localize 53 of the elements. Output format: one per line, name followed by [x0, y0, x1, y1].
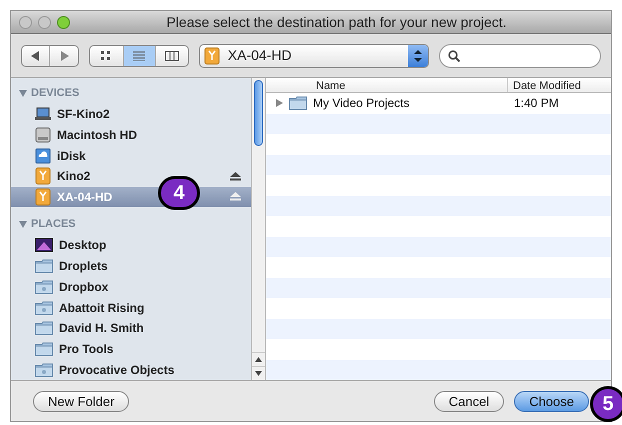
folder-icon: [289, 96, 307, 110]
section-header: DEVICES: [31, 86, 80, 102]
date-modified: 1:40 PM: [513, 95, 559, 112]
sidebar-item[interactable]: SF-Kino2: [11, 104, 251, 124]
new-folder-button[interactable]: New Folder: [33, 390, 130, 412]
drive-icon: [204, 46, 220, 64]
folder-icon: [35, 362, 53, 377]
column-header[interactable]: Name: [266, 78, 508, 92]
desktop-icon: [35, 238, 53, 252]
drive-icon: [35, 167, 51, 186]
disclosure-icon[interactable]: [19, 90, 27, 97]
eject-icon[interactable]: [230, 172, 241, 181]
sidebar-item[interactable]: Provocative Objects: [11, 359, 251, 380]
cancel-button[interactable]: Cancel: [434, 390, 504, 412]
laptop-icon: [35, 107, 51, 122]
zoom-button[interactable]: [57, 16, 70, 28]
forward-arrow-icon: [60, 50, 68, 60]
disclosure-icon[interactable]: [19, 221, 27, 228]
column-view-icon: [164, 50, 179, 60]
window-title: Please select the destination path for your new project.: [165, 12, 508, 32]
folder-icon: [35, 321, 53, 336]
disclosure-icon[interactable]: [276, 99, 283, 108]
folder-icon: [35, 280, 53, 294]
icon-view-icon: [101, 50, 112, 60]
location-dropdown[interactable]: XA-04-HD: [198, 44, 430, 68]
folder-icon: [35, 342, 53, 356]
list-view-button[interactable]: [122, 46, 156, 66]
section-header: PLACES: [31, 217, 76, 232]
sidebar-item[interactable]: Droplets: [11, 256, 251, 276]
sidebar-item[interactable]: David H. Smith: [11, 318, 251, 339]
sidebar-item[interactable]: Dropbox: [11, 276, 251, 298]
sidebar-item[interactable]: Abattoit Rising: [11, 297, 251, 318]
file-name[interactable]: My Video Projects: [313, 94, 410, 112]
sidebar-item[interactable]: iDisk: [11, 145, 251, 166]
sidebar-item[interactable]: Desktop: [11, 235, 251, 256]
choose-button[interactable]: Choose: [514, 390, 589, 412]
stepper-icon: [408, 44, 428, 66]
search-field[interactable]: [439, 44, 601, 68]
hard-drive-icon: [35, 126, 51, 143]
column-header[interactable]: Date Modified: [508, 78, 611, 92]
minimize-button[interactable]: [38, 16, 51, 28]
sidebar-item[interactable]: Macintosh HD: [11, 124, 251, 146]
view-mode-control[interactable]: [89, 44, 189, 66]
list-view-icon: [133, 50, 146, 60]
location-label: XA-04-HD: [228, 46, 293, 65]
back-arrow-icon: [31, 50, 40, 60]
close-button[interactable]: [19, 16, 32, 28]
scroll-bar[interactable]: [251, 78, 266, 380]
folder-icon: [35, 300, 53, 315]
search-icon: [448, 50, 460, 62]
sidebar-item[interactable]: Pro Tools: [11, 338, 251, 360]
drive-icon: [35, 188, 51, 206]
folder-icon: [35, 259, 53, 274]
